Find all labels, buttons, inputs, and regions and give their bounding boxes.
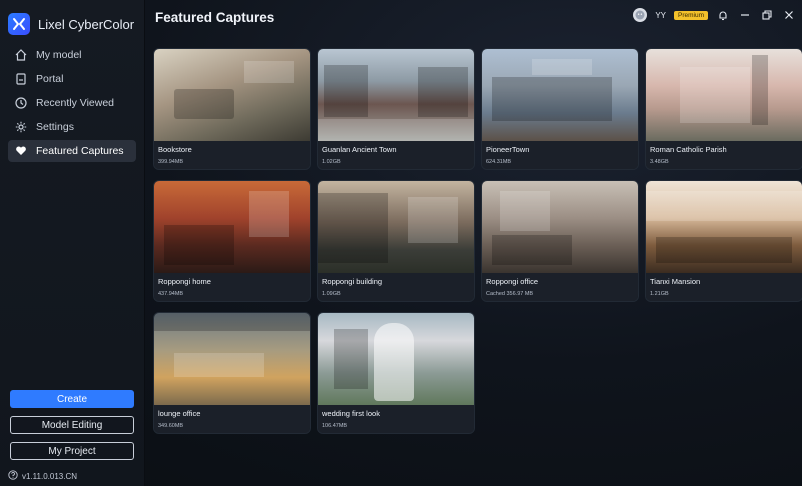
sidebar-nav: My model Portal Recently Viewed Settings — [8, 44, 136, 162]
user-name: YY — [655, 10, 666, 20]
capture-info: Roppongi building 1.09GB — [318, 273, 474, 301]
version-info: v1.11.0.013.CN — [8, 470, 77, 482]
page-title: Featured Captures — [155, 9, 275, 25]
close-icon[interactable] — [782, 8, 796, 22]
capture-size: 3.48GB — [650, 159, 669, 165]
capture-title: PioneerTown — [486, 145, 530, 154]
version-text: v1.11.0.013.CN — [22, 471, 77, 481]
sidebar-item-recently-viewed[interactable]: Recently Viewed — [8, 92, 136, 114]
model-editing-button[interactable]: Model Editing — [10, 416, 134, 434]
capture-thumbnail — [646, 49, 802, 141]
capture-size: 1.09GB — [322, 291, 341, 297]
my-project-button[interactable]: My Project — [10, 442, 134, 460]
avatar[interactable] — [633, 8, 648, 22]
capture-info: PioneerTown 624.31MB — [482, 141, 638, 169]
capture-size: 349.60MB — [158, 423, 184, 429]
capture-card-wedding-first-look[interactable]: wedding first look 106.47MB — [317, 312, 475, 434]
heart-icon — [14, 144, 28, 158]
capture-thumbnail — [154, 49, 310, 141]
capture-title: Bookstore — [158, 145, 192, 154]
capture-thumbnail — [646, 181, 802, 273]
capture-info: Guanlan Ancient Town 1.02GB — [318, 141, 474, 169]
sidebar-item-label: Settings — [36, 121, 74, 133]
capture-title: lounge office — [158, 409, 201, 418]
capture-info: Roppongi home 437.94MB — [154, 273, 310, 301]
capture-info: Tianxi Mansion 1.21GB — [646, 273, 802, 301]
home-icon — [14, 48, 28, 62]
capture-thumbnail — [318, 49, 474, 141]
capture-card-roppongi-building[interactable]: Roppongi building 1.09GB — [317, 180, 475, 302]
sidebar-item-label: Recently Viewed — [36, 97, 115, 109]
capture-title: Roman Catholic Parish — [650, 145, 727, 154]
app-logo-icon — [8, 13, 30, 35]
capture-size: 1.02GB — [322, 159, 341, 165]
capture-card-roman-catholic-parish[interactable]: Roman Catholic Parish 3.48GB — [645, 48, 802, 170]
capture-title: wedding first look — [322, 409, 380, 418]
capture-size: 1.21GB — [650, 291, 669, 297]
capture-size: Cached 356.97 MB — [486, 291, 534, 297]
top-right-controls: YY Premium — [633, 8, 796, 22]
restore-icon[interactable] — [760, 8, 774, 22]
capture-title: Roppongi home — [158, 277, 211, 286]
capture-thumbnail — [154, 313, 310, 405]
sidebar-item-portal[interactable]: Portal — [8, 68, 136, 90]
capture-card-bookstore[interactable]: Bookstore 399.94MB — [153, 48, 311, 170]
help-icon[interactable] — [8, 470, 18, 482]
capture-card-lounge-office[interactable]: lounge office 349.60MB — [153, 312, 311, 434]
sidebar-item-label: My model — [36, 49, 82, 61]
capture-info: Bookstore 399.94MB — [154, 141, 310, 169]
capture-size: 106.47MB — [322, 423, 348, 429]
sidebar-item-label: Featured Captures — [36, 145, 124, 157]
sidebar-item-my-model[interactable]: My model — [8, 44, 136, 66]
capture-size: 437.94MB — [158, 291, 184, 297]
topbar: Featured Captures YY Premium — [145, 0, 802, 34]
premium-badge: Premium — [673, 10, 708, 20]
create-button[interactable]: Create — [10, 390, 134, 408]
capture-title: Roppongi office — [486, 277, 538, 286]
capture-size: 624.31MB — [486, 159, 512, 165]
portal-icon — [14, 72, 28, 86]
capture-card-pioneertown[interactable]: PioneerTown 624.31MB — [481, 48, 639, 170]
app-name: Lixel CyberColor — [38, 16, 135, 32]
capture-thumbnail — [482, 181, 638, 273]
brand: Lixel CyberColor — [8, 10, 136, 38]
clock-icon — [14, 96, 28, 110]
capture-card-roppongi-office[interactable]: Roppongi office Cached 356.97 MB — [481, 180, 639, 302]
capture-info: wedding first look 106.47MB — [318, 405, 474, 433]
minimize-icon[interactable] — [738, 8, 752, 22]
sidebar-item-featured-captures[interactable]: Featured Captures — [8, 140, 136, 162]
capture-card-roppongi-home[interactable]: Roppongi home 437.94MB — [153, 180, 311, 302]
capture-thumbnail — [318, 313, 474, 405]
app-window: Lixel CyberColor My model Portal Recentl… — [0, 0, 802, 486]
main-content: Featured Captures YY Premium Bookstore 3… — [145, 0, 802, 486]
capture-size: 399.94MB — [158, 159, 184, 165]
capture-thumbnail — [154, 181, 310, 273]
capture-title: Tianxi Mansion — [650, 277, 701, 286]
capture-title: Roppongi building — [322, 277, 383, 286]
sidebar-item-label: Portal — [36, 73, 64, 85]
capture-info: Roman Catholic Parish 3.48GB — [646, 141, 802, 169]
bell-icon[interactable] — [716, 8, 730, 22]
capture-card-tianxi-mansion[interactable]: Tianxi Mansion 1.21GB — [645, 180, 802, 302]
capture-thumbnail — [318, 181, 474, 273]
capture-info: Roppongi office Cached 356.97 MB — [482, 273, 638, 301]
sidebar: Lixel CyberColor My model Portal Recentl… — [0, 0, 145, 486]
capture-card-guanlan[interactable]: Guanlan Ancient Town 1.02GB — [317, 48, 475, 170]
capture-thumbnail — [482, 49, 638, 141]
gear-icon — [14, 120, 28, 134]
capture-title: Guanlan Ancient Town — [322, 145, 397, 154]
capture-info: lounge office 349.60MB — [154, 405, 310, 433]
sidebar-item-settings[interactable]: Settings — [8, 116, 136, 138]
